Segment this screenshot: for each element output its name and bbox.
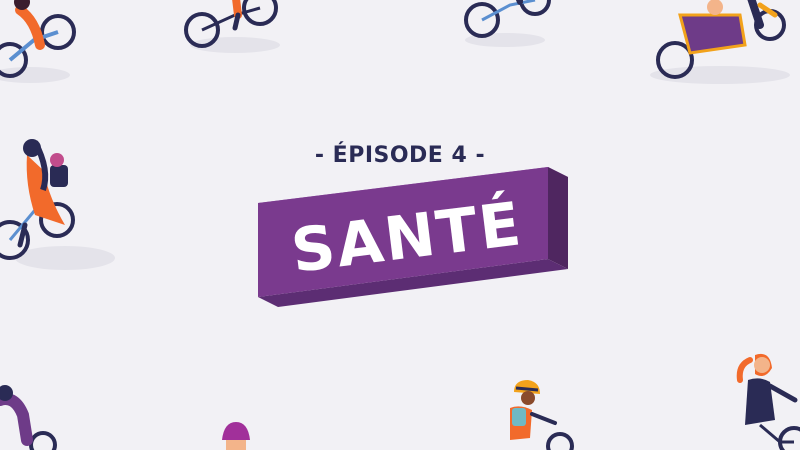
cyclist-icon [184, 0, 280, 53]
video-frame: - ÉPISODE 4 - SANTÉ [0, 0, 800, 450]
cyclist-icon [464, 0, 551, 47]
cyclist-icon [0, 385, 57, 450]
cyclist-icon [0, 0, 76, 83]
cyclist-icon [736, 353, 800, 450]
helmet-icon [222, 422, 250, 450]
cargo-bike-icon [650, 0, 790, 84]
cyclist-icon [510, 380, 574, 450]
